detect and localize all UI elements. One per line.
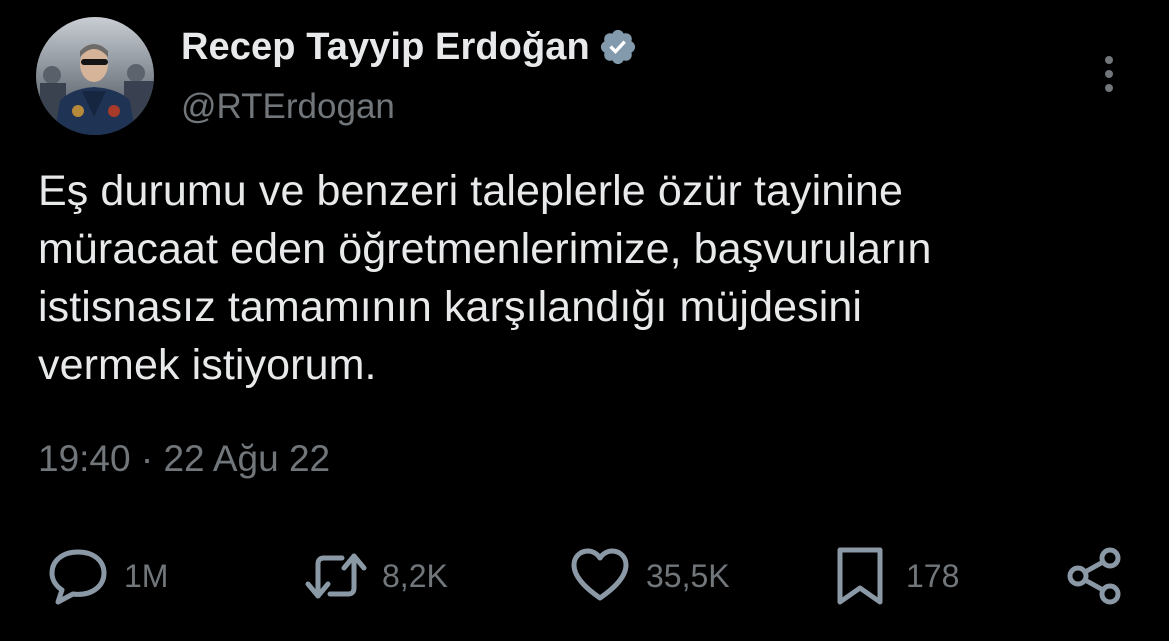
author-display-name[interactable]: Recep Tayyip Erdoğan	[181, 26, 590, 69]
views-icon	[49, 549, 107, 605]
like-button[interactable]: 35,5K	[568, 543, 730, 609]
retweet-icon	[305, 553, 367, 599]
author-handle[interactable]: @RTErdogan	[181, 87, 395, 127]
views-count: 1M	[124, 557, 169, 594]
tweet-card: Recep Tayyip Erdoğan @RTErdogan Eş durum…	[0, 0, 1169, 641]
share-icon	[1067, 547, 1121, 605]
views-button[interactable]: 1M	[46, 543, 168, 609]
more-vertical-icon	[1105, 56, 1113, 92]
avatar[interactable]	[36, 17, 154, 135]
tweet-timestamp[interactable]: 19:40 · 22 Ağu 22	[38, 438, 330, 480]
tweet-text-line: vermek istiyorum.	[38, 341, 377, 389]
likes-count: 35,5K	[646, 557, 730, 594]
author-name-row: Recep Tayyip Erdoğan	[181, 24, 638, 70]
tweet-text: Eş durumu ve benzeri taleplerle özür tay…	[38, 162, 1138, 394]
avatar-photo	[36, 17, 154, 135]
tweet-text-line: müracaat eden öğretmenlerimize, başvurul…	[38, 225, 932, 273]
retweet-button[interactable]: 8,2K	[304, 543, 448, 609]
like-icon	[571, 548, 629, 601]
verified-badge-icon	[600, 29, 635, 65]
tweet-text-line: istisnasız tamamının karşılandığı müjdes…	[38, 283, 863, 331]
bookmark-icon	[837, 547, 883, 605]
more-options-button[interactable]	[1094, 52, 1124, 100]
share-button[interactable]	[1064, 543, 1128, 609]
retweets-count: 8,2K	[382, 557, 448, 594]
bookmark-button[interactable]: 178	[828, 543, 959, 609]
bookmarks-count: 178	[906, 557, 960, 594]
tweet-text-line: Eş durumu ve benzeri taleplerle özür tay…	[38, 167, 903, 215]
